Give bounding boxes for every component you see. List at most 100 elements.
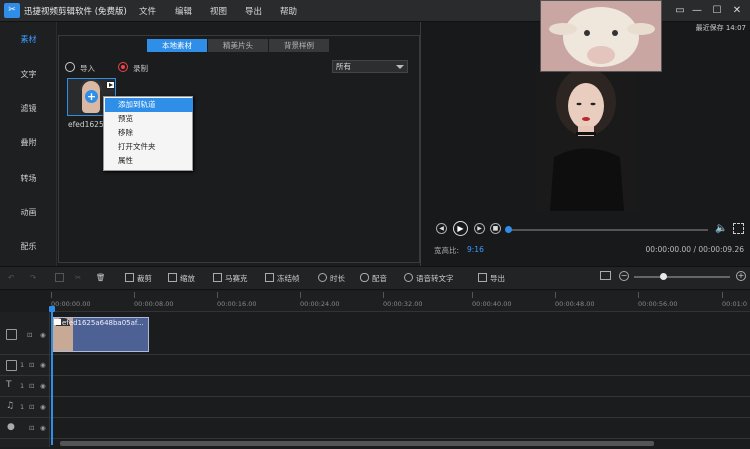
aspect-ratio-value[interactable]: 9:16	[467, 245, 484, 254]
lock-icon[interactable]: ⊡	[29, 403, 34, 411]
video-track-icon	[6, 360, 17, 371]
close-icon[interactable]: ✕	[730, 4, 744, 18]
menu-edit[interactable]: 编辑	[175, 5, 192, 17]
freeze-frame-label: 冻结帧	[277, 274, 300, 283]
menu-item-remove[interactable]: 移除	[105, 126, 193, 140]
speaker-icon[interactable]: ◉	[40, 424, 46, 432]
speech-to-text-button[interactable]: 语音转文字	[404, 273, 454, 284]
crop-icon	[125, 273, 134, 282]
sidebar-item-overlay[interactable]: 叠附	[0, 137, 57, 148]
sidebar-item-music[interactable]: 配乐	[0, 241, 57, 252]
timeline-ruler[interactable]: 00:00:00.00 00:00:08.00 00:00:16.00 00:0…	[50, 291, 750, 312]
mosaic-button[interactable]: 马赛克	[213, 273, 248, 284]
sidebar-item-material[interactable]: 素材	[0, 34, 57, 45]
timeline-scrollbar[interactable]	[60, 441, 654, 446]
zoom-in-icon[interactable]: +	[736, 271, 746, 281]
sidebar-item-filter[interactable]: 滤镜	[0, 103, 57, 114]
volume-icon[interactable]: 🔈	[715, 223, 727, 234]
timeline-zoom-slider[interactable]	[634, 276, 730, 278]
crop-button[interactable]: 裁剪	[125, 273, 152, 284]
zoom-label: 缩放	[180, 274, 195, 283]
duration-icon	[318, 273, 327, 282]
stop-button[interactable]: ■	[490, 223, 501, 234]
record-button[interactable]: 录制	[133, 63, 148, 74]
lock-icon[interactable]: ⊡	[29, 361, 34, 369]
settings-icon[interactable]: ▭	[673, 4, 687, 18]
tick-label: 00:00:00.00	[51, 300, 91, 308]
context-menu: 添加到轨道 预览 移除 打开文件夹 属性	[103, 96, 193, 171]
menu-item-open-folder[interactable]: 打开文件夹	[105, 140, 193, 154]
media-filter-select[interactable]: 所有	[332, 60, 408, 73]
voiceover-label: 配音	[372, 274, 387, 283]
speech-to-text-icon	[404, 273, 413, 282]
prev-frame-button[interactable]: ◀	[436, 223, 447, 234]
maximize-icon[interactable]: ☐	[710, 4, 724, 18]
speech-to-text-label: 语音转文字	[416, 274, 454, 283]
eye-icon[interactable]: ◉	[40, 331, 46, 339]
tick-label: 00:00:56.00	[638, 300, 678, 308]
voiceover-button[interactable]: 配音	[360, 273, 387, 284]
lock-icon[interactable]: ⊡	[29, 424, 34, 432]
fit-timeline-icon[interactable]	[600, 271, 611, 280]
edit-icon[interactable]	[55, 273, 67, 283]
export-button[interactable]: 导出	[478, 273, 505, 284]
microphone-track-icon: ●	[7, 422, 15, 432]
filter-value: 所有	[336, 62, 351, 71]
clip-title: efed1625a648ba05af...	[62, 319, 144, 327]
lock-icon[interactable]: ⊡	[27, 331, 32, 339]
eye-icon[interactable]: ◉	[40, 382, 46, 390]
autosave-status: 最近保存 14:07	[695, 24, 746, 32]
playback-progress[interactable]	[508, 229, 708, 231]
zoom-out-icon[interactable]: −	[619, 271, 629, 281]
import-icon[interactable]	[65, 62, 75, 72]
tick-label: 00:00:32.00	[383, 300, 423, 308]
sidebar-item-text[interactable]: 文字	[0, 69, 57, 80]
undo-icon[interactable]: ↶	[8, 273, 14, 282]
crop-label: 裁剪	[137, 274, 152, 283]
track-divider	[0, 354, 750, 355]
playhead[interactable]	[51, 310, 53, 445]
menu-item-preview[interactable]: 预览	[105, 112, 193, 126]
sidebar-item-transition[interactable]: 转场	[0, 173, 57, 184]
menu-item-add-to-track[interactable]: 添加到轨道	[105, 98, 193, 112]
redo-icon[interactable]: ↷	[30, 273, 36, 282]
tab-local-media[interactable]: 本地素材	[147, 39, 207, 52]
mosaic-icon	[213, 273, 222, 282]
zoom-slider-knob[interactable]	[659, 273, 667, 280]
delete-icon[interactable]: 🗑	[96, 273, 106, 282]
menu-view[interactable]: 视图	[210, 5, 227, 17]
overlay-sticker[interactable]	[540, 0, 662, 72]
add-to-track-icon[interactable]: +	[85, 90, 98, 103]
freeze-frame-button[interactable]: 冻结帧	[265, 273, 300, 284]
split-icon[interactable]: ✂	[75, 273, 81, 282]
track-number: 1	[20, 382, 25, 390]
menu-item-properties[interactable]: 属性	[105, 154, 193, 168]
app-title: 迅捷视频剪辑软件 (免费版)	[24, 7, 127, 17]
next-frame-button[interactable]: ▶	[474, 223, 485, 234]
eye-icon[interactable]: ◉	[40, 361, 46, 369]
tick-label: 00:00:16.00	[217, 300, 257, 308]
tab-intros[interactable]: 精美片头	[208, 39, 268, 52]
music-track-icon: ♫	[6, 401, 15, 411]
play-button[interactable]: ▶	[453, 221, 468, 236]
time-display: 00:00:00.00 / 00:00:09.26	[645, 245, 744, 254]
tab-backgrounds[interactable]: 背景样例	[269, 39, 329, 52]
progress-knob[interactable]	[505, 226, 512, 233]
menu-export[interactable]: 导出	[245, 5, 262, 17]
minimize-icon[interactable]: —	[690, 4, 704, 18]
import-button[interactable]: 导入	[80, 63, 95, 74]
fullscreen-icon[interactable]	[733, 223, 744, 234]
menu-file[interactable]: 文件	[139, 5, 156, 17]
tick-label: 00:00:08.00	[134, 300, 174, 308]
menu-help[interactable]: 帮助	[280, 5, 297, 17]
sidebar-item-animation[interactable]: 动画	[0, 207, 57, 218]
chevron-down-icon	[396, 65, 404, 69]
zoom-button[interactable]: 缩放	[168, 273, 195, 284]
lock-icon[interactable]: ⊡	[29, 382, 34, 390]
main-video-track-icon	[6, 329, 17, 340]
track-number: 1	[20, 361, 25, 369]
speaker-icon[interactable]: ◉	[40, 403, 46, 411]
duration-button[interactable]: 时长	[318, 273, 345, 284]
track-divider	[0, 375, 750, 376]
record-icon[interactable]	[118, 62, 128, 72]
